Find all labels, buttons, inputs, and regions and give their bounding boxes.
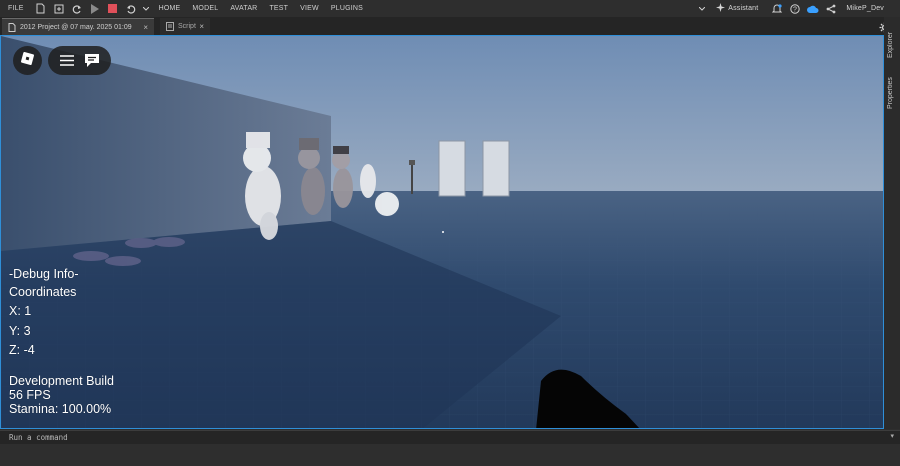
debug-header: -Debug Info- xyxy=(9,267,79,281)
assistant-icon xyxy=(716,3,726,14)
script-icon xyxy=(166,22,174,31)
menu-avatar[interactable]: AVATAR xyxy=(224,0,263,17)
topbar-pill xyxy=(48,46,111,75)
new-file-icon[interactable] xyxy=(35,3,47,15)
debug-z: Z: -4 xyxy=(9,343,35,357)
assistant-label: Assistant xyxy=(728,5,759,12)
debug-x: X: 1 xyxy=(9,304,32,318)
tab-project-label: 2012 Project @ 07 may. 2025 01:09 xyxy=(20,23,132,31)
debug-coords-label: Coordinates xyxy=(9,285,77,299)
menu-bar: FILE HOME MODEL AVATAR TEST VIEW PLUGINS xyxy=(0,0,900,17)
hamburger-menu-icon[interactable] xyxy=(58,52,76,70)
scene-render xyxy=(1,36,883,428)
roblox-menu-button[interactable] xyxy=(13,46,42,75)
notification-icon[interactable] xyxy=(771,3,783,15)
tab-script[interactable]: Script × xyxy=(160,18,210,35)
close-icon[interactable]: × xyxy=(199,22,204,31)
properties-tab[interactable]: Properties xyxy=(887,71,897,115)
menu-right-group: Assistant ? MikeP_Dev xyxy=(693,0,900,17)
play-icon[interactable] xyxy=(89,3,101,15)
command-input[interactable]: Run a command xyxy=(9,433,68,442)
chevron-down-icon[interactable] xyxy=(696,3,708,15)
tab-project[interactable]: 2012 Project @ 07 may. 2025 01:09 × xyxy=(2,18,154,35)
game-viewport[interactable]: -Debug Info- Coordinates X: 1 Y: 3 Z: -4… xyxy=(0,35,884,429)
menu-model[interactable]: MODEL xyxy=(186,0,224,17)
command-bar[interactable]: Run a command ▾ xyxy=(0,430,900,444)
debug-y: Y: 3 xyxy=(9,324,31,338)
side-panel-strip: Explorer Properties xyxy=(884,17,900,429)
menu-test[interactable]: TEST xyxy=(263,0,294,17)
tab-script-label: Script xyxy=(178,23,196,30)
file-menu[interactable]: FILE xyxy=(0,0,32,17)
studio-window: FILE HOME MODEL AVATAR TEST VIEW PLUGINS xyxy=(0,0,900,466)
debug-fps: 56 FPS xyxy=(9,388,51,402)
menu-view[interactable]: VIEW xyxy=(294,0,325,17)
stop-icon[interactable] xyxy=(107,3,119,15)
chat-icon[interactable] xyxy=(83,52,101,70)
undo-icon[interactable] xyxy=(125,3,137,15)
svg-text:?: ? xyxy=(793,6,797,13)
cloud-icon[interactable] xyxy=(807,3,819,15)
menu-home[interactable]: HOME xyxy=(153,0,187,17)
user-name[interactable]: MikeP_Dev xyxy=(846,5,884,12)
roblox-logo-icon xyxy=(20,51,35,71)
debug-build: Development Build xyxy=(9,374,114,388)
explorer-tab[interactable]: Explorer xyxy=(887,22,897,68)
debug-stamina: Stamina: 100.00% xyxy=(9,402,112,416)
menu-plugins[interactable]: PLUGINS xyxy=(325,0,369,17)
chevron-down-icon[interactable]: ▾ xyxy=(890,432,894,440)
redo-icon[interactable] xyxy=(71,3,83,15)
status-area xyxy=(0,444,900,466)
document-icon xyxy=(8,22,16,32)
close-icon[interactable]: × xyxy=(143,23,148,32)
open-icon[interactable] xyxy=(53,3,65,15)
chevron-down-icon[interactable] xyxy=(143,3,150,15)
assistant-button[interactable]: Assistant xyxy=(716,3,758,14)
document-tabs: 2012 Project @ 07 may. 2025 01:09 × Scri… xyxy=(0,17,900,35)
share-icon[interactable] xyxy=(825,3,837,15)
help-icon[interactable]: ? xyxy=(789,3,801,15)
